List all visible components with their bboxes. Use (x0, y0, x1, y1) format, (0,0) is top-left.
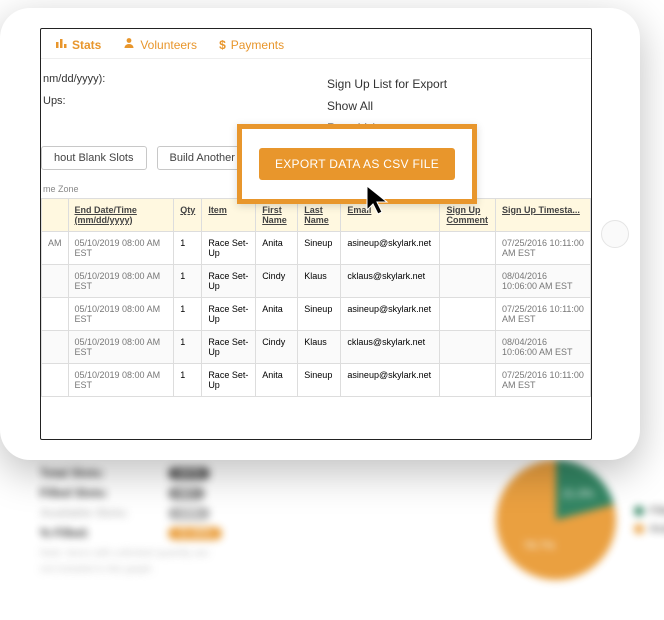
bar-chart-icon (55, 37, 67, 52)
cell-first: Anita (256, 363, 298, 396)
cell-first: Anita (256, 297, 298, 330)
bg-filled-value: 487 (168, 487, 205, 500)
table-row[interactable]: 05/10/2019 08:00 AM EST1Race Set-UpAnita… (42, 297, 591, 330)
bg-pie-available-label: 78.7% (524, 540, 555, 552)
tablet-frame: Stats Volunteers $ Payments nm/dd/yyyy):… (0, 8, 640, 460)
cell-last: Sineup (298, 363, 341, 396)
cell-email: asineup@skylark.net (341, 363, 440, 396)
cell-item: Race Set-Up (202, 297, 256, 330)
cell-prefix (42, 264, 69, 297)
cell-ts: 07/25/2016 10:11:00 AM EST (496, 231, 591, 264)
cell-ts: 07/25/2016 10:11:00 AM EST (496, 297, 591, 330)
cell-qty: 1 (174, 330, 202, 363)
cell-last: Sineup (298, 231, 341, 264)
bg-pie-chart: 21.3% 78.7% (496, 460, 616, 580)
bg-available-label: Available Slots: (40, 506, 150, 520)
bg-total-label: Total Slots: (40, 466, 150, 480)
filter-show-all: Show All (327, 95, 591, 117)
tab-stats-label: Stats (72, 38, 101, 52)
tab-payments[interactable]: $ Payments (219, 37, 284, 52)
tab-volunteers[interactable]: Volunteers (123, 37, 197, 52)
legend-filled-swatch (634, 506, 644, 516)
cell-item: Race Set-Up (202, 363, 256, 396)
cell-last: Klaus (298, 264, 341, 297)
bg-filled-label: Filled Slots: (40, 486, 150, 500)
cell-end: 05/10/2019 08:00 AM EST (68, 264, 174, 297)
report-table: End Date/Time (mm/dd/yyyy) Qty Item Firs… (41, 198, 591, 397)
cell-first: Cindy (256, 264, 298, 297)
cell-prefix (42, 363, 69, 396)
report-table-wrap[interactable]: End Date/Time (mm/dd/yyyy) Qty Item Firs… (41, 198, 591, 397)
col-qty[interactable]: Qty (174, 198, 202, 231)
cell-ts: 07/25/2016 10:11:00 AM EST (496, 363, 591, 396)
cell-ts: 08/04/2016 10:06:00 AM EST (496, 330, 591, 363)
cell-qty: 1 (174, 363, 202, 396)
cell-qty: 1 (174, 231, 202, 264)
dollar-icon: $ (219, 38, 226, 52)
bg-note-2: not included in this graph. (40, 562, 380, 578)
col-prefix[interactable] (42, 198, 69, 231)
cell-prefix (42, 297, 69, 330)
bg-pie-filled-label: 21.3% (562, 488, 593, 500)
cell-email: cklaus@skylark.net (341, 264, 440, 297)
cell-prefix: AM (42, 231, 69, 264)
legend-filled-label: Filled (650, 505, 664, 517)
cell-email: cklaus@skylark.net (341, 330, 440, 363)
tab-payments-label: Payments (231, 38, 284, 52)
cell-end: 05/10/2019 08:00 AM EST (68, 330, 174, 363)
cell-qty: 1 (174, 297, 202, 330)
col-signup-timestamp[interactable]: Sign Up Timesta... (496, 198, 591, 231)
table-row[interactable]: 05/10/2019 08:00 AM EST1Race Set-UpCindy… (42, 264, 591, 297)
bg-available-value: 1986 (168, 507, 210, 520)
screen: Stats Volunteers $ Payments nm/dd/yyyy):… (40, 28, 592, 440)
cell-comment (440, 264, 496, 297)
tab-volunteers-label: Volunteers (140, 38, 197, 52)
bg-total-value: 2473 (168, 467, 210, 480)
export-list-title: Sign Up List for Export (327, 73, 591, 95)
tab-stats[interactable]: Stats (55, 37, 101, 52)
legend-available-swatch (634, 524, 644, 534)
tab-bar: Stats Volunteers $ Payments (41, 37, 591, 59)
table-row[interactable]: 05/10/2019 08:00 AM EST1Race Set-UpAnita… (42, 363, 591, 396)
cell-end: 05/10/2019 08:00 AM EST (68, 231, 174, 264)
cell-item: Race Set-Up (202, 264, 256, 297)
export-csv-button[interactable]: EXPORT DATA AS CSV FILE (259, 148, 455, 180)
table-row[interactable]: AM05/10/2019 08:00 AM EST1Race Set-UpAni… (42, 231, 591, 264)
cell-first: Cindy (256, 330, 298, 363)
cell-end: 05/10/2019 08:00 AM EST (68, 297, 174, 330)
cell-comment (440, 297, 496, 330)
bg-note-1: Note: items with unlimited quantity are (40, 546, 380, 562)
cell-prefix (42, 330, 69, 363)
cell-last: Sineup (298, 297, 341, 330)
table-row[interactable]: 05/10/2019 08:00 AM EST1Race Set-UpCindy… (42, 330, 591, 363)
export-highlight-callout: EXPORT DATA AS CSV FILE (237, 124, 477, 204)
cell-end: 05/10/2019 08:00 AM EST (68, 363, 174, 396)
blank-slots-button[interactable]: hout Blank Slots (41, 146, 147, 170)
cell-item: Race Set-Up (202, 330, 256, 363)
tablet-home-button[interactable] (601, 220, 629, 248)
cell-email: asineup@skylark.net (341, 231, 440, 264)
col-end-date[interactable]: End Date/Time (mm/dd/yyyy) (68, 198, 174, 231)
bg-pct-label: % Filled: (40, 526, 150, 540)
cursor-icon (363, 184, 395, 216)
background-stats-panel: Total Slots: 2473 Filled Slots: 487 Avai… (40, 460, 664, 620)
bg-pct-value: 21.30% (168, 527, 222, 540)
date-format-hint: nm/dd/yyyy): (43, 73, 327, 85)
ups-label: Ups: (43, 95, 327, 107)
cell-comment (440, 231, 496, 264)
cell-first: Anita (256, 231, 298, 264)
cell-item: Race Set-Up (202, 231, 256, 264)
person-icon (123, 37, 135, 52)
cell-comment (440, 363, 496, 396)
cell-last: Klaus (298, 330, 341, 363)
cell-comment (440, 330, 496, 363)
cell-ts: 08/04/2016 10:06:00 AM EST (496, 264, 591, 297)
cell-qty: 1 (174, 264, 202, 297)
cell-email: asineup@skylark.net (341, 297, 440, 330)
legend-available-label: Available (650, 523, 664, 535)
